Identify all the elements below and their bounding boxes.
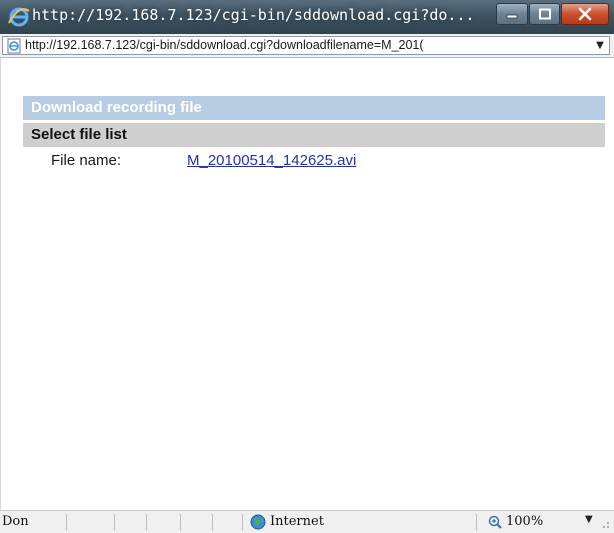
maximize-button[interactable] — [529, 3, 560, 25]
status-divider — [180, 514, 181, 531]
status-bar: Don Internet 100% ▼ — [0, 510, 614, 533]
address-field[interactable]: http://192.168.7.123/cgi-bin/sddownload.… — [2, 36, 610, 55]
status-divider — [476, 514, 477, 531]
close-icon — [578, 7, 592, 21]
title-bar[interactable]: http://192.168.7.123/cgi-bin/sddownload.… — [0, 0, 614, 34]
zoom-level: 100% — [506, 514, 544, 529]
minimize-icon — [506, 14, 518, 19]
globe-icon — [250, 514, 266, 530]
page-title: Download recording file — [23, 96, 605, 120]
maximize-icon — [538, 8, 551, 20]
zone-label: Internet — [270, 514, 324, 529]
close-button[interactable] — [561, 3, 609, 25]
address-url[interactable]: http://192.168.7.123/cgi-bin/sddownload.… — [25, 38, 593, 52]
address-bar: http://192.168.7.123/cgi-bin/sddownload.… — [0, 34, 614, 58]
chevron-down-icon[interactable]: ▼ — [585, 514, 593, 525]
page-icon — [7, 38, 21, 54]
file-name-label: File name: — [51, 152, 122, 169]
minimize-button[interactable] — [496, 3, 528, 25]
zoom-icon — [488, 515, 502, 529]
status-divider — [146, 514, 147, 531]
page-content: Download recording file Select file list… — [0, 58, 614, 510]
window-title: http://192.168.7.123/cgi-bin/sddownload.… — [32, 6, 475, 24]
status-divider — [66, 514, 67, 531]
file-download-link[interactable]: M_20100514_142625.avi — [187, 152, 356, 169]
chevron-down-icon[interactable]: ▼ — [593, 37, 607, 54]
status-text: Don — [2, 514, 29, 529]
internet-explorer-icon — [8, 7, 30, 27]
status-divider — [114, 514, 115, 531]
resize-grip-icon[interactable] — [598, 517, 610, 529]
status-divider — [242, 514, 243, 531]
section-title: Select file list — [23, 123, 605, 147]
status-divider — [212, 514, 213, 531]
